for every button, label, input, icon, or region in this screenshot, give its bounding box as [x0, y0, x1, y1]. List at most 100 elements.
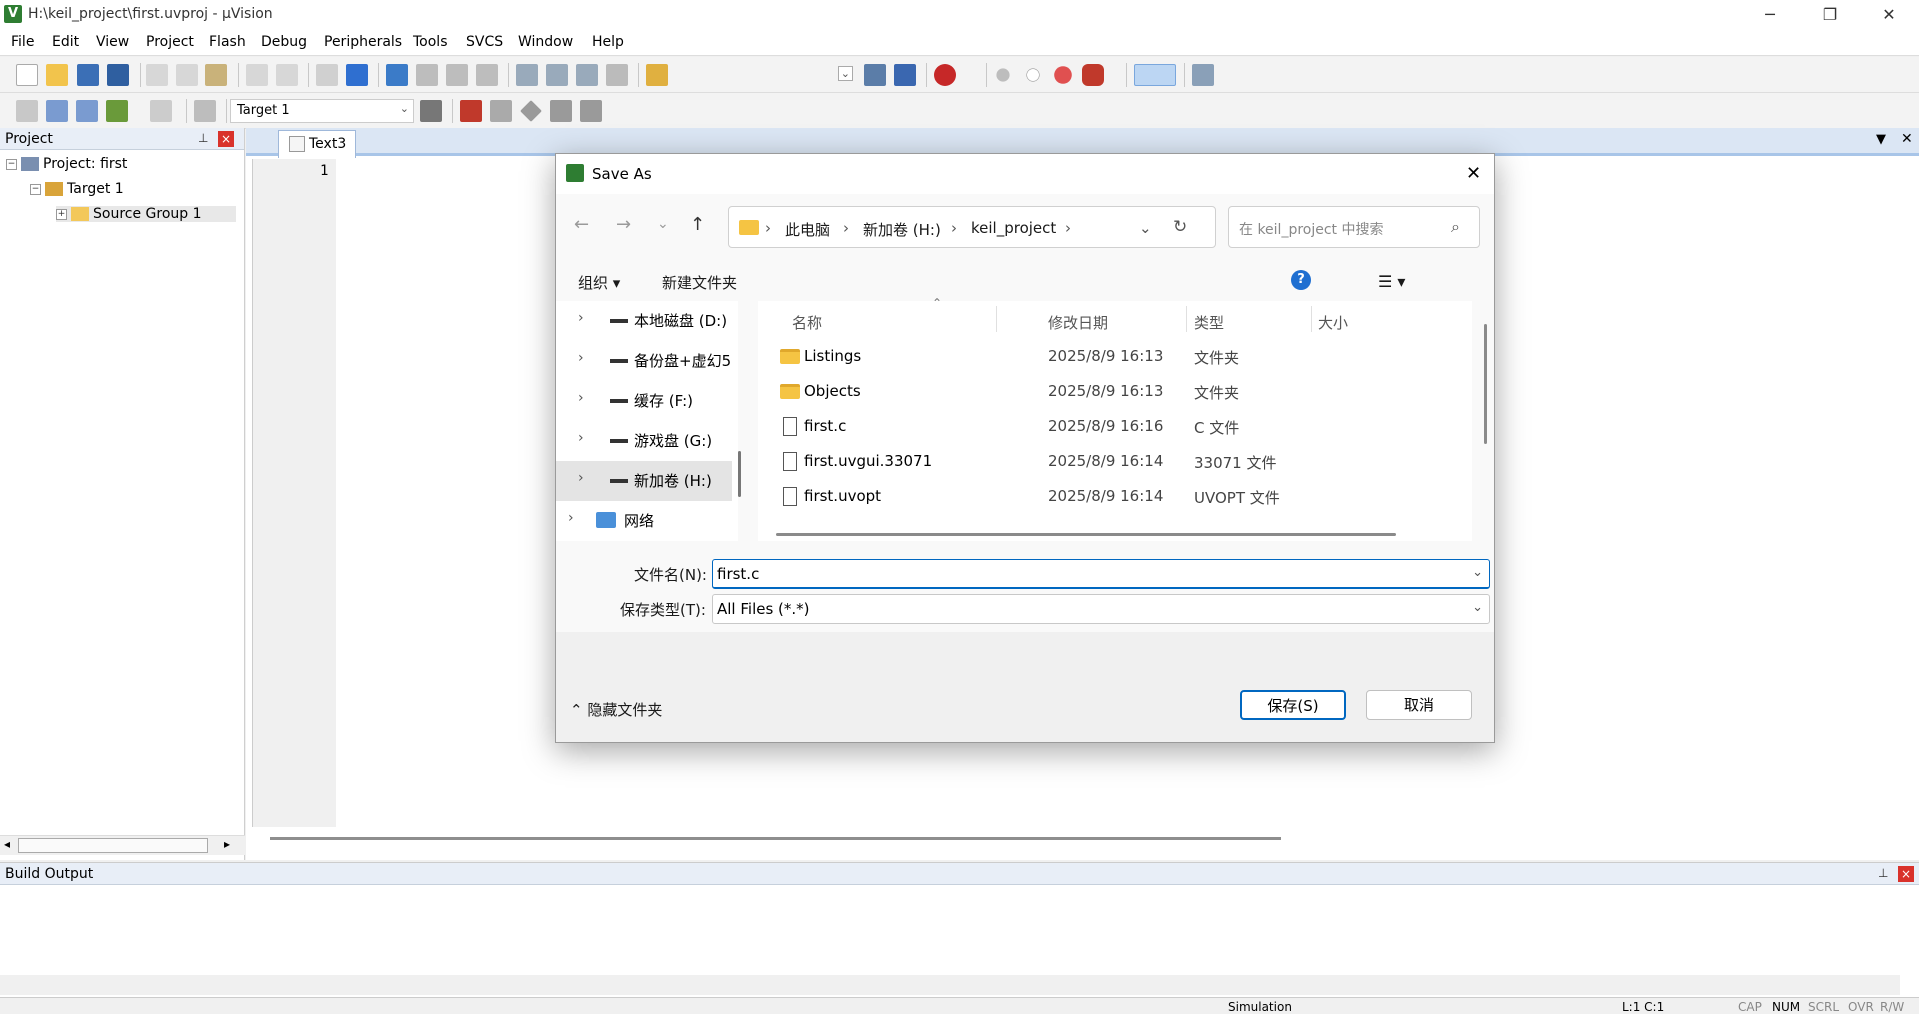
- close-panel-icon[interactable]: ×: [1898, 866, 1914, 882]
- tree-source-group[interactable]: + Source Group 1: [56, 206, 236, 222]
- nav-item-drive-h[interactable]: › 新加卷 (H:): [556, 461, 732, 501]
- collapse-icon[interactable]: −: [30, 183, 41, 195]
- close-button[interactable]: ✕: [1859, 0, 1919, 30]
- view-options-icon[interactable]: ☰ ▾: [1378, 272, 1405, 291]
- menu-help[interactable]: Help: [592, 34, 624, 50]
- filename-input[interactable]: first.c ⌄: [712, 559, 1490, 589]
- target-select[interactable]: Target 1 ⌄: [230, 99, 414, 123]
- navigate-forward-icon[interactable]: [346, 64, 368, 86]
- build-icon[interactable]: [46, 100, 68, 122]
- filetype-select[interactable]: All Files (*.*) ⌄: [712, 594, 1490, 624]
- breadcrumb-folder[interactable]: keil_project: [971, 219, 1056, 237]
- file-row-first-c[interactable]: first.c 2025/8/9 16:16 C 文件: [758, 410, 1472, 445]
- nav-item-drive-d[interactable]: › 本地磁盘 (D:): [556, 301, 732, 341]
- recent-locations-icon[interactable]: ⌄: [657, 216, 669, 232]
- comment-icon[interactable]: [576, 64, 598, 86]
- nav-item-drive-f[interactable]: › 缓存 (F:): [556, 381, 732, 421]
- editor-hscrollbar[interactable]: [270, 837, 1281, 840]
- pin-icon[interactable]: ⊥: [198, 131, 208, 145]
- disable-breakpoints-icon[interactable]: [1054, 66, 1072, 84]
- refresh-icon[interactable]: ↻: [1173, 217, 1187, 237]
- stop-build-icon[interactable]: [150, 100, 172, 122]
- search-icon[interactable]: ⌕: [1451, 217, 1460, 237]
- manage-rte-icon[interactable]: [490, 100, 512, 122]
- file-row-objects[interactable]: Objects 2025/8/9 16:13 文件夹: [758, 375, 1472, 410]
- menu-flash[interactable]: Flash: [209, 34, 246, 50]
- minimize-button[interactable]: ─: [1740, 0, 1800, 30]
- tab-list-icon[interactable]: ▼: [1876, 132, 1886, 147]
- next-bookmark-icon[interactable]: [446, 64, 468, 86]
- nav-item-network[interactable]: › 网络: [556, 501, 732, 541]
- dialog-close-icon[interactable]: ✕: [1466, 163, 1481, 184]
- panel-scrollbar[interactable]: ◂ ▸: [0, 835, 245, 855]
- column-name[interactable]: 名称: [792, 312, 822, 333]
- open-file-icon[interactable]: [46, 64, 68, 86]
- address-dropdown-icon[interactable]: ⌄: [1139, 219, 1152, 237]
- filename-dropdown-icon[interactable]: ⌄: [1472, 565, 1483, 580]
- find-combo[interactable]: ⌄: [668, 63, 858, 87]
- collapse-icon[interactable]: −: [6, 158, 17, 170]
- breadcrumb-this-pc[interactable]: 此电脑: [785, 219, 830, 240]
- help-icon[interactable]: ?: [1291, 270, 1311, 290]
- up-icon[interactable]: ↑: [690, 214, 705, 235]
- pin-icon[interactable]: ⊥: [1878, 866, 1888, 880]
- unindent-icon[interactable]: [546, 64, 568, 86]
- file-row-uvgui[interactable]: first.uvgui.33071 2025/8/9 16:14 33071 文件: [758, 445, 1472, 480]
- search-input[interactable]: 在 keil_project 中搜索: [1239, 219, 1384, 239]
- bookmark-icon[interactable]: [386, 64, 408, 86]
- new-file-icon[interactable]: [16, 64, 38, 86]
- search-box[interactable]: 在 keil_project 中搜索 ⌕: [1228, 206, 1480, 248]
- prev-bookmark-icon[interactable]: [416, 64, 438, 86]
- menu-debug[interactable]: Debug: [261, 34, 307, 50]
- save-button[interactable]: 保存(S): [1240, 690, 1346, 720]
- translate-icon[interactable]: [16, 100, 38, 122]
- column-date[interactable]: 修改日期: [1048, 312, 1108, 333]
- menu-svcs[interactable]: SVCS: [466, 34, 503, 50]
- find-in-files-icon[interactable]: [646, 64, 668, 86]
- window-layout-icon[interactable]: [1134, 64, 1176, 86]
- maximize-button[interactable]: ❐: [1800, 0, 1860, 30]
- nav-item-drive-e[interactable]: › 备份盘+虚幻5: [556, 341, 732, 381]
- insert-breakpoint-icon[interactable]: [996, 68, 1010, 82]
- organize-button[interactable]: 组织 ▾: [578, 272, 620, 293]
- save-all-icon[interactable]: [107, 64, 129, 86]
- hide-folders-toggle[interactable]: ⌃ 隐藏文件夹: [570, 699, 662, 720]
- new-folder-button[interactable]: 新建文件夹: [662, 272, 737, 293]
- close-panel-icon[interactable]: ×: [218, 131, 234, 147]
- navigate-back-icon[interactable]: [316, 64, 338, 86]
- cut-icon[interactable]: [146, 64, 168, 86]
- breadcrumb-drive[interactable]: 新加卷 (H:): [863, 219, 941, 240]
- redo-icon[interactable]: [276, 64, 298, 86]
- nav-item-drive-g[interactable]: › 游戏盘 (G:): [556, 421, 732, 461]
- select-packs-icon[interactable]: [520, 100, 542, 122]
- batch-build-icon[interactable]: [106, 100, 128, 122]
- filetype-dropdown-icon[interactable]: ⌄: [1472, 600, 1483, 615]
- undo-icon[interactable]: [246, 64, 268, 86]
- configure-icon[interactable]: [1192, 64, 1214, 86]
- menu-window[interactable]: Window: [518, 34, 573, 50]
- target-options-icon[interactable]: [420, 100, 442, 122]
- forward-icon[interactable]: →: [616, 214, 631, 235]
- address-bar[interactable]: › 此电脑 › 新加卷 (H:) › keil_project › ⌄ ↻: [728, 206, 1216, 248]
- enable-breakpoint-icon[interactable]: [1026, 68, 1040, 82]
- incremental-find-icon[interactable]: [894, 64, 916, 86]
- tree-project[interactable]: − Project: first: [6, 156, 127, 172]
- save-icon[interactable]: [77, 64, 99, 86]
- menu-view[interactable]: View: [96, 34, 129, 50]
- copy-icon[interactable]: [176, 64, 198, 86]
- tab-text3[interactable]: Text3: [278, 130, 356, 158]
- file-row-uvopt[interactable]: first.uvopt 2025/8/9 16:14 UVOPT 文件: [758, 480, 1472, 515]
- clear-bookmarks-icon[interactable]: [476, 64, 498, 86]
- column-type[interactable]: 类型: [1194, 312, 1224, 333]
- scroll-left-icon[interactable]: ◂: [4, 837, 10, 851]
- tree-target[interactable]: − Target 1: [30, 181, 124, 197]
- scroll-thumb[interactable]: [18, 838, 208, 853]
- cancel-button[interactable]: 取消: [1366, 690, 1472, 720]
- scroll-right-icon[interactable]: ▸: [224, 837, 230, 851]
- menu-tools[interactable]: Tools: [413, 34, 448, 50]
- debug-session-icon[interactable]: [934, 64, 956, 86]
- indent-icon[interactable]: [516, 64, 538, 86]
- file-list-vscrollbar[interactable]: [1484, 324, 1487, 444]
- menu-edit[interactable]: Edit: [52, 34, 79, 50]
- download-icon[interactable]: [194, 100, 216, 122]
